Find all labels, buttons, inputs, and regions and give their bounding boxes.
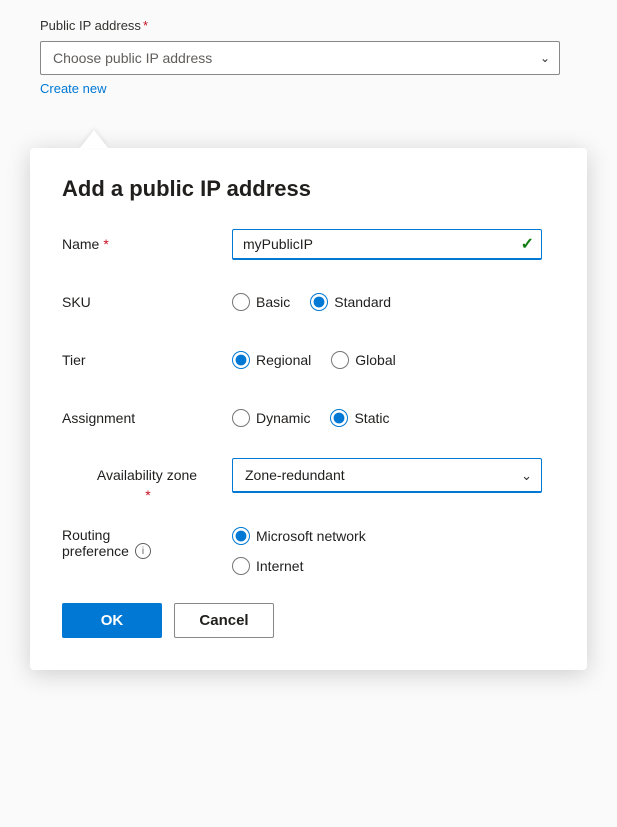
availability-zone-label: Availability zone * xyxy=(62,458,232,505)
routing-preference-info-icon[interactable]: i xyxy=(135,543,151,559)
routing-internet-label: Internet xyxy=(256,558,303,574)
name-required-star: * xyxy=(103,236,108,252)
routing-preference-control: Microsoft network Internet xyxy=(232,527,555,575)
name-input[interactable] xyxy=(232,229,542,260)
sku-control: Basic Standard xyxy=(232,293,555,311)
routing-preference-row: Routing preference i Microsoft network I… xyxy=(62,527,555,575)
routing-microsoft-option[interactable]: Microsoft network xyxy=(232,527,539,545)
cancel-button[interactable]: Cancel xyxy=(174,603,274,638)
tier-global-option[interactable]: Global xyxy=(331,351,395,369)
tier-label: Tier xyxy=(62,352,232,368)
routing-microsoft-label: Microsoft network xyxy=(256,528,366,544)
ok-button[interactable]: OK xyxy=(62,603,162,638)
name-check-icon: ✓ xyxy=(521,234,534,254)
sku-basic-radio[interactable] xyxy=(232,293,250,311)
availability-zone-dropdown-container: Zone-redundant No Zone 1 2 3 ⌄ xyxy=(232,458,542,493)
routing-microsoft-radio[interactable] xyxy=(232,527,250,545)
availability-zone-row: Availability zone * Zone-redundant No Zo… xyxy=(62,458,555,505)
public-ip-label: Public IP address* xyxy=(40,18,577,33)
availability-zone-required-star: * xyxy=(145,487,150,503)
create-new-link[interactable]: Create new xyxy=(40,81,106,96)
public-ip-dropdown-container: Choose public IP address ⌄ xyxy=(40,41,560,75)
sku-standard-option[interactable]: Standard xyxy=(310,293,391,311)
tier-global-radio[interactable] xyxy=(331,351,349,369)
assignment-static-radio[interactable] xyxy=(330,409,348,427)
assignment-dynamic-label: Dynamic xyxy=(256,410,310,426)
sku-standard-radio[interactable] xyxy=(310,293,328,311)
routing-preference-text: preference xyxy=(62,543,129,559)
sku-label: SKU xyxy=(62,294,232,310)
name-row: Name* ✓ xyxy=(62,226,555,262)
name-label: Name* xyxy=(62,236,232,252)
sku-basic-option[interactable]: Basic xyxy=(232,293,290,311)
routing-label-text: Routing xyxy=(62,527,232,543)
availability-zone-dropdown[interactable]: Zone-redundant No Zone 1 2 3 xyxy=(232,458,542,493)
assignment-control: Dynamic Static xyxy=(232,409,555,427)
assignment-dynamic-radio[interactable] xyxy=(232,409,250,427)
modal-title: Add a public IP address xyxy=(62,176,555,202)
tier-regional-option[interactable]: Regional xyxy=(232,351,311,369)
required-star: * xyxy=(143,18,148,33)
assignment-row: Assignment Dynamic Static xyxy=(62,400,555,436)
assignment-dynamic-option[interactable]: Dynamic xyxy=(232,409,310,427)
tier-control: Regional Global xyxy=(232,351,555,369)
assignment-static-option[interactable]: Static xyxy=(330,409,389,427)
assignment-label: Assignment xyxy=(62,410,232,426)
tier-global-label: Global xyxy=(355,352,395,368)
routing-internet-radio[interactable] xyxy=(232,557,250,575)
name-input-wrapper: ✓ xyxy=(232,229,542,260)
sku-basic-label: Basic xyxy=(256,294,290,310)
name-control: ✓ xyxy=(232,229,555,260)
add-public-ip-modal: Add a public IP address Name* ✓ SKU Basi… xyxy=(30,148,587,670)
assignment-static-label: Static xyxy=(354,410,389,426)
tier-row: Tier Regional Global xyxy=(62,342,555,378)
routing-preference-label-block: Routing preference i xyxy=(62,527,232,559)
sku-row: SKU Basic Standard xyxy=(62,284,555,320)
button-row: OK Cancel xyxy=(62,603,555,638)
routing-internet-option[interactable]: Internet xyxy=(232,557,539,575)
public-ip-dropdown[interactable]: Choose public IP address xyxy=(40,41,560,75)
sku-standard-label: Standard xyxy=(334,294,391,310)
availability-zone-control: Zone-redundant No Zone 1 2 3 ⌄ xyxy=(232,458,555,493)
tier-regional-radio[interactable] xyxy=(232,351,250,369)
tooltip-arrow xyxy=(80,130,108,148)
tier-regional-label: Regional xyxy=(256,352,311,368)
